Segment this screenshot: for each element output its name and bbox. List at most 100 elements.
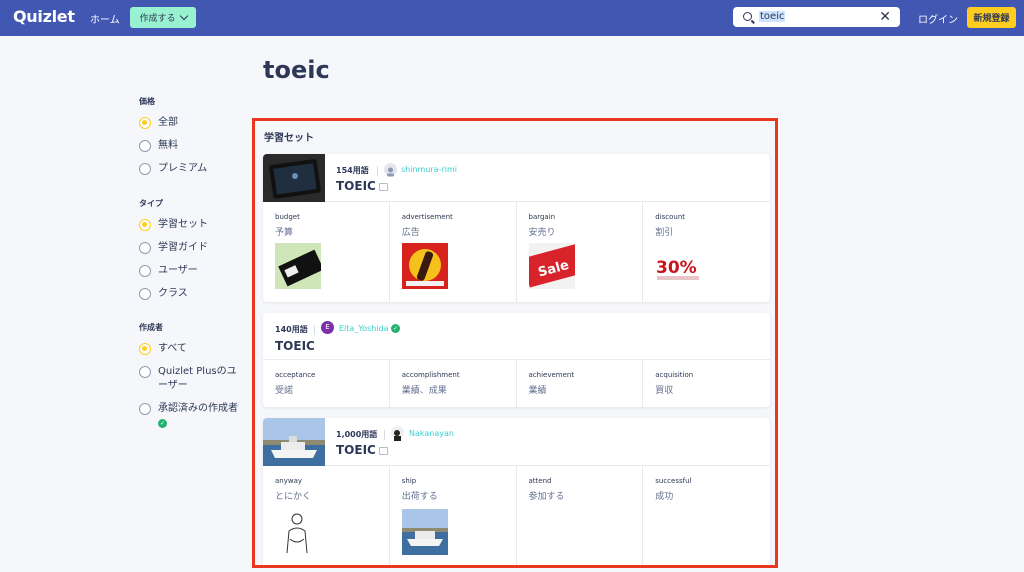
advertisement-image [401,243,448,289]
create-button[interactable]: 作成する [130,7,196,28]
filter-title: 価格 [139,97,155,106]
term-definition: 予算 [275,228,294,238]
study-sets-results: 学習セット 154用語 shinmura-rimi TOEIC budget 予… [252,118,778,568]
divider [314,325,315,335]
set-title[interactable]: TOEIC [336,443,376,457]
clear-search-icon[interactable]: ✕ [879,9,891,25]
user-avatar[interactable] [391,426,404,441]
page-title: toeic [263,56,330,84]
term-cell: attend 参加する [517,466,644,565]
radio-label: 無料 [158,140,178,151]
term-word: acceptance [275,371,316,379]
create-button-label: 作成する [139,14,176,24]
term-definition: とにかく [275,492,312,502]
radio[interactable] [139,242,151,254]
set-title[interactable]: TOEIC [336,179,376,193]
username[interactable]: Nakanayan [409,429,454,438]
set-thumbnail-image [263,418,325,466]
user-portrait-icon [394,430,401,441]
radio[interactable] [139,265,151,277]
term-word: successful [655,477,692,485]
radio-label: 承認済みの作成者 [158,403,238,414]
radio[interactable] [139,288,151,300]
quizlet-logo[interactable]: Quizlet [13,7,75,26]
signup-button[interactable]: 新規登録 [967,7,1016,28]
term-cell: successful 成功 [643,466,770,565]
radio-selected[interactable] [139,343,151,355]
set-thumbnail-image [263,154,325,202]
radio-label: クラス [158,288,188,299]
term-word: acquisition [655,371,694,379]
term-definition: 業績、成果 [401,386,447,396]
radio[interactable] [139,140,151,152]
term-word: anyway [275,477,303,485]
radio-label: 学習セット [158,219,208,230]
term-cell: acceptance 受諾 [263,360,390,407]
term-definition: 買収 [655,386,674,396]
radio-label: Quizlet Plusのユーザー [158,366,237,391]
term-definition: 広告 [401,228,420,238]
user-avatar[interactable]: E [321,321,334,334]
term-definition: 安売り [528,228,556,238]
term-cell: accomplishment 業績、成果 [390,360,517,407]
card-header: 154用語 shinmura-rimi TOEIC [263,154,770,202]
term-cell: budget 予算 [263,202,390,302]
price-option-premium[interactable]: プレミアム [139,162,207,176]
term-definition: 成功 [655,492,674,502]
term-definition: 参加する [528,492,565,502]
type-filter: タイプ 学習セット 学習ガイド ユーザー クラス [139,198,208,310]
term-word: bargain [528,213,556,221]
study-set-card[interactable]: 140用語 E Eita_Yoshida ✓ TOEIC acceptance … [263,313,770,407]
term-cell: ship 出荷する [390,466,517,565]
verified-check-icon: ✓ [158,419,167,428]
filter-title: タイプ [139,199,163,208]
radio-selected[interactable] [139,117,151,129]
login-link[interactable]: ログイン [918,11,958,26]
price-option-free[interactable]: 無料 [139,139,207,153]
discount-image: 30% [655,243,702,289]
term-definition: 割引 [655,228,674,238]
ship-image [401,509,448,555]
term-definition: 業績 [528,386,547,396]
term-word: achievement [528,371,575,379]
study-set-card[interactable]: 1,000用語 Nakanayan TOEIC anyway とにかく ship… [263,418,770,565]
chevron-down-icon [179,11,188,21]
radio[interactable] [139,366,151,378]
creator-option-verified[interactable]: 承認済みの作成者 ✓ [139,402,244,430]
type-option-study-sets[interactable]: 学習セット [139,218,208,232]
radio-label: 学習ガイド [158,242,208,253]
type-option-classes[interactable]: クラス [139,287,208,301]
card-header: 1,000用語 Nakanayan TOEIC [263,418,770,466]
term-count: 140用語 [275,325,308,334]
username[interactable]: shinmura-rimi [401,165,457,174]
divider [377,166,378,176]
radio[interactable] [139,403,151,415]
verified-check-icon: ✓ [391,324,400,333]
home-link[interactable]: ホーム [90,11,120,26]
search-input[interactable]: toeic ✕ [733,7,900,27]
price-option-all[interactable]: 全部 [139,116,207,130]
term-cell: discount 割引 30% [643,202,770,302]
term-count: 154用語 [336,166,369,175]
term-word: discount [655,213,686,221]
user-avatar[interactable] [384,163,397,177]
study-set-card[interactable]: 154用語 shinmura-rimi TOEIC budget 予算 adve… [263,154,770,302]
radio-label: ユーザー [158,265,198,276]
radio[interactable] [139,163,151,175]
set-title[interactable]: TOEIC [275,339,315,353]
image-icon [379,183,388,191]
search-icon [743,12,752,21]
term-preview-row: anyway とにかく ship 出荷する attend 参加する succes… [263,466,770,565]
type-option-users[interactable]: ユーザー [139,264,208,278]
top-navigation-bar: Quizlet ホーム 作成する toeic ✕ ログイン 新規登録 [0,0,1024,36]
username[interactable]: Eita_Yoshida [339,324,388,333]
creator-filter: 作成者 すべて Quizlet Plusのユーザー 承認済みの作成者 ✓ [139,322,244,439]
radio-selected[interactable] [139,219,151,231]
search-query[interactable]: toeic [759,11,786,22]
anyway-illustration [275,509,321,555]
type-option-study-guides[interactable]: 学習ガイド [139,241,208,255]
term-word: accomplishment [401,371,460,379]
bargain-image: Sale [528,243,575,289]
creator-option-all[interactable]: すべて [139,342,244,356]
creator-option-plus-users[interactable]: Quizlet Plusのユーザー [139,365,244,393]
